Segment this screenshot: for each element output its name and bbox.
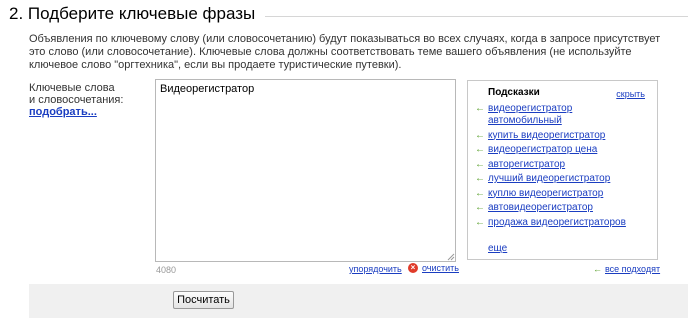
clear-keywords[interactable]: × очистить [408, 263, 459, 273]
keywords-label-line1: Ключевые слова [29, 82, 115, 94]
hint-link[interactable]: лучший видеорегистратор [488, 173, 610, 185]
hint-item: ← автовидеорегистратор [468, 202, 657, 214]
hint-link[interactable]: купить видеорегистратор [488, 130, 605, 142]
add-all-hints-link[interactable]: все подходят [605, 264, 660, 274]
section-title: 2. Подберите ключевые фразы [9, 4, 266, 24]
keywords-label-line2: и словосочетания: [29, 94, 124, 106]
add-arrow-icon[interactable]: ← [475, 144, 486, 156]
hint-item: ← лучший видеорегистратор [468, 173, 657, 185]
hint-link[interactable]: куплю видеорегистратор [488, 188, 603, 200]
add-arrow-icon[interactable]: ← [475, 103, 486, 115]
hint-list: ← видеорегистратор автомобильный ← купит… [468, 103, 657, 231]
keywords-textarea[interactable]: Видеорегистратор [155, 79, 456, 262]
order-keywords-link[interactable]: упорядочить [349, 264, 402, 274]
hint-item: ← видеорегистратор цена [468, 144, 657, 156]
add-arrow-icon[interactable]: ← [475, 130, 486, 142]
clear-keywords-link[interactable]: очистить [422, 263, 459, 273]
more-hints-link[interactable]: еще [488, 243, 507, 254]
keywords-char-counter: 4080 [156, 265, 177, 275]
pick-keywords-link[interactable]: подобрать... [29, 106, 123, 118]
hint-item: ← купить видеорегистратор [468, 130, 657, 142]
hint-item: ← авторегистратор [468, 159, 657, 171]
hints-title: Подсказки [488, 87, 540, 98]
add-arrow-icon[interactable]: ← [475, 173, 486, 185]
hint-link[interactable]: видеорегистратор цена [488, 144, 597, 156]
hint-link[interactable]: автовидеорегистратор [488, 202, 593, 214]
calculate-button[interactable]: Посчитать [173, 291, 234, 309]
resize-grip-icon[interactable] [447, 253, 455, 261]
hint-item: ← видеорегистратор автомобильный [468, 103, 657, 127]
footer-band [29, 284, 688, 318]
add-all-arrow-icon[interactable]: ← [593, 264, 602, 274]
hint-link[interactable]: продажа видеорегистраторов [488, 217, 626, 229]
all-fit[interactable]: ← все подходят [593, 264, 660, 274]
hide-hints-link[interactable]: скрыть [616, 89, 645, 99]
hint-item: ← продажа видеорегистраторов [468, 217, 657, 229]
hint-link[interactable]: видеорегистратор автомобильный [488, 103, 638, 127]
add-arrow-icon[interactable]: ← [475, 217, 486, 229]
add-arrow-icon[interactable]: ← [475, 159, 486, 171]
clear-x-icon[interactable]: × [408, 263, 418, 273]
add-arrow-icon[interactable]: ← [475, 188, 486, 200]
hint-item: ← куплю видеорегистратор [468, 188, 657, 200]
hints-panel: Подсказки скрыть ← видеорегистратор авто… [467, 80, 658, 260]
section-description: Объявления по ключевому слову (или слово… [29, 33, 661, 71]
keywords-label: Ключевые слова и словосочетания: подобра… [29, 82, 123, 118]
add-arrow-icon[interactable]: ← [475, 202, 486, 214]
hint-link[interactable]: авторегистратор [488, 159, 565, 171]
